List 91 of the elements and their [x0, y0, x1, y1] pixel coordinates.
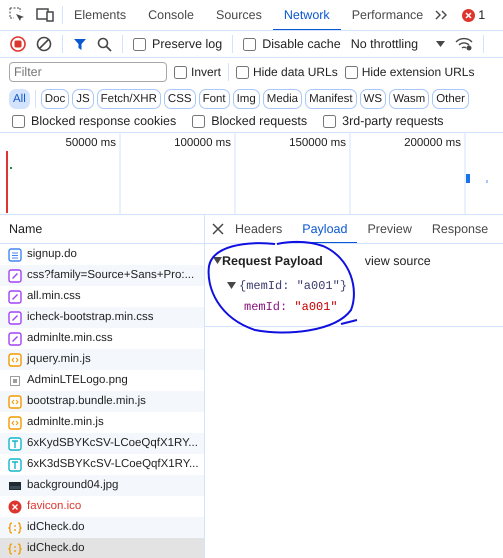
clear-icon[interactable]	[36, 36, 52, 52]
filter-field[interactable]: Filter	[9, 62, 167, 82]
request-row[interactable]: jquery.min.js	[0, 349, 204, 370]
preserve-log-checkbox[interactable]	[133, 38, 146, 50]
request-row[interactable]: bootstrap.bundle.min.js	[0, 391, 204, 412]
type-filter-chip[interactable]: Manifest	[305, 88, 357, 108]
panel-tab[interactable]: Console	[137, 0, 205, 30]
braces-icon	[8, 542, 22, 556]
request-row[interactable]: favicon.ico	[0, 496, 204, 517]
checkbox[interactable]	[12, 115, 25, 128]
view-source-link[interactable]: view source	[358, 252, 431, 271]
braces-icon	[8, 520, 22, 534]
type-filter-chip[interactable]: Other	[432, 88, 469, 108]
checkbox-label: Blocked requests	[211, 113, 308, 130]
font-icon	[8, 458, 22, 472]
type-filter-chip[interactable]: Wasm	[389, 88, 430, 108]
column-header[interactable]: Name	[9, 220, 42, 238]
device-toolbar-icon[interactable]	[36, 6, 54, 24]
type-filter-chip[interactable]: Img	[232, 88, 260, 108]
checkbox-label: Blocked response cookies	[31, 113, 176, 130]
request-row[interactable]: background04.jpg	[0, 475, 204, 496]
expand-triangle-icon[interactable]	[227, 282, 236, 290]
checkbox[interactable]	[323, 115, 336, 128]
property-value: "a001"	[294, 300, 338, 314]
script-icon	[8, 352, 22, 366]
detail-tab[interactable]: Headers	[225, 215, 292, 243]
checkbox[interactable]	[192, 115, 206, 128]
panel-tab[interactable]: Sources	[204, 0, 273, 30]
checkbox-label: Invert	[191, 64, 222, 81]
section-title: Request Payload	[222, 253, 323, 270]
document-icon	[8, 248, 22, 262]
detail-tab[interactable]: Payload	[292, 215, 358, 243]
detail-tab[interactable]: Preview	[357, 215, 422, 243]
type-filter-chip[interactable]: CSS	[164, 88, 196, 108]
throttling-dropdown[interactable]: No throttling	[350, 34, 446, 54]
error-icon	[8, 500, 22, 514]
request-row[interactable]: AdminLTELogo.png	[0, 370, 204, 391]
timeline-tick-label: 50000 ms	[65, 136, 116, 151]
detail-tab[interactable]: Response	[422, 215, 498, 243]
request-row[interactable]: adminlte.min.js	[0, 412, 204, 433]
type-filter-chip[interactable]: Fetch/XHR	[96, 88, 161, 108]
checkbox[interactable]	[344, 66, 358, 78]
request-row[interactable]: adminlte.min.css	[0, 328, 204, 349]
request-row[interactable]: 6xK3dSBYKcSV-LCoeQqfX1RY...	[0, 454, 204, 475]
script-icon	[8, 416, 22, 430]
panel-tab[interactable]: Elements	[63, 0, 138, 30]
object-summary: {memId: "a001"}	[239, 278, 348, 295]
request-row[interactable]: 6xKydSBYKcSV-LCoeQqfX1RY...	[0, 433, 204, 454]
network-conditions-icon[interactable]	[455, 37, 474, 51]
checkbox[interactable]	[174, 66, 187, 78]
font-icon	[8, 436, 22, 450]
record-icon[interactable]	[10, 36, 26, 52]
request-row[interactable]: idCheck.do	[0, 538, 204, 558]
property-key: memId:	[244, 300, 288, 314]
stylesheet-icon	[8, 268, 22, 282]
timeline-tick-label: 100000 ms	[174, 136, 231, 151]
type-filter-chip[interactable]: All	[9, 88, 30, 108]
image-icon	[8, 374, 22, 388]
request-row[interactable]: signup.do	[0, 244, 204, 265]
timeline-tick-label: 200000 ms	[404, 136, 461, 151]
request-row[interactable]: all.min.css	[0, 286, 204, 307]
more-tabs-icon[interactable]	[434, 9, 448, 21]
type-filter-chip[interactable]: Doc	[40, 88, 70, 108]
type-filter-chip[interactable]: Font	[198, 88, 230, 108]
checkbox-label: Hide data URLs	[253, 64, 338, 81]
request-row[interactable]: css?family=Source+Sans+Pro:...	[0, 265, 204, 286]
disable-cache-checkbox[interactable]	[243, 38, 256, 50]
checkbox-label: Disable cache	[262, 36, 341, 53]
checkbox-label: 3rd-party requests	[342, 113, 444, 130]
checkbox-label: Preserve log	[152, 36, 222, 53]
request-row[interactable]: icheck-bootstrap.min.css	[0, 307, 204, 328]
type-filter-chip[interactable]: WS	[360, 88, 386, 108]
timeline-tick-label: 150000 ms	[289, 136, 346, 151]
error-count: 1	[478, 6, 486, 24]
stylesheet-icon	[8, 310, 22, 324]
filter-icon[interactable]	[73, 37, 87, 51]
type-filter-chip[interactable]: Media	[262, 88, 302, 108]
stylesheet-icon	[8, 290, 22, 304]
type-filter-chip[interactable]: JS	[72, 88, 94, 108]
expand-triangle-icon[interactable]	[213, 257, 222, 266]
checkbox[interactable]	[236, 66, 250, 78]
script-icon	[8, 394, 22, 408]
error-icon	[462, 8, 476, 22]
close-icon[interactable]	[211, 222, 225, 236]
caret-icon	[436, 41, 446, 47]
panel-tab[interactable]: Network	[272, 0, 341, 30]
panel-tab[interactable]: Performance	[340, 0, 434, 30]
search-icon[interactable]	[97, 36, 112, 52]
checkbox-label: Hide extension URLs	[362, 64, 474, 81]
stylesheet-icon	[8, 332, 22, 346]
request-row[interactable]: idCheck.do	[0, 517, 204, 538]
